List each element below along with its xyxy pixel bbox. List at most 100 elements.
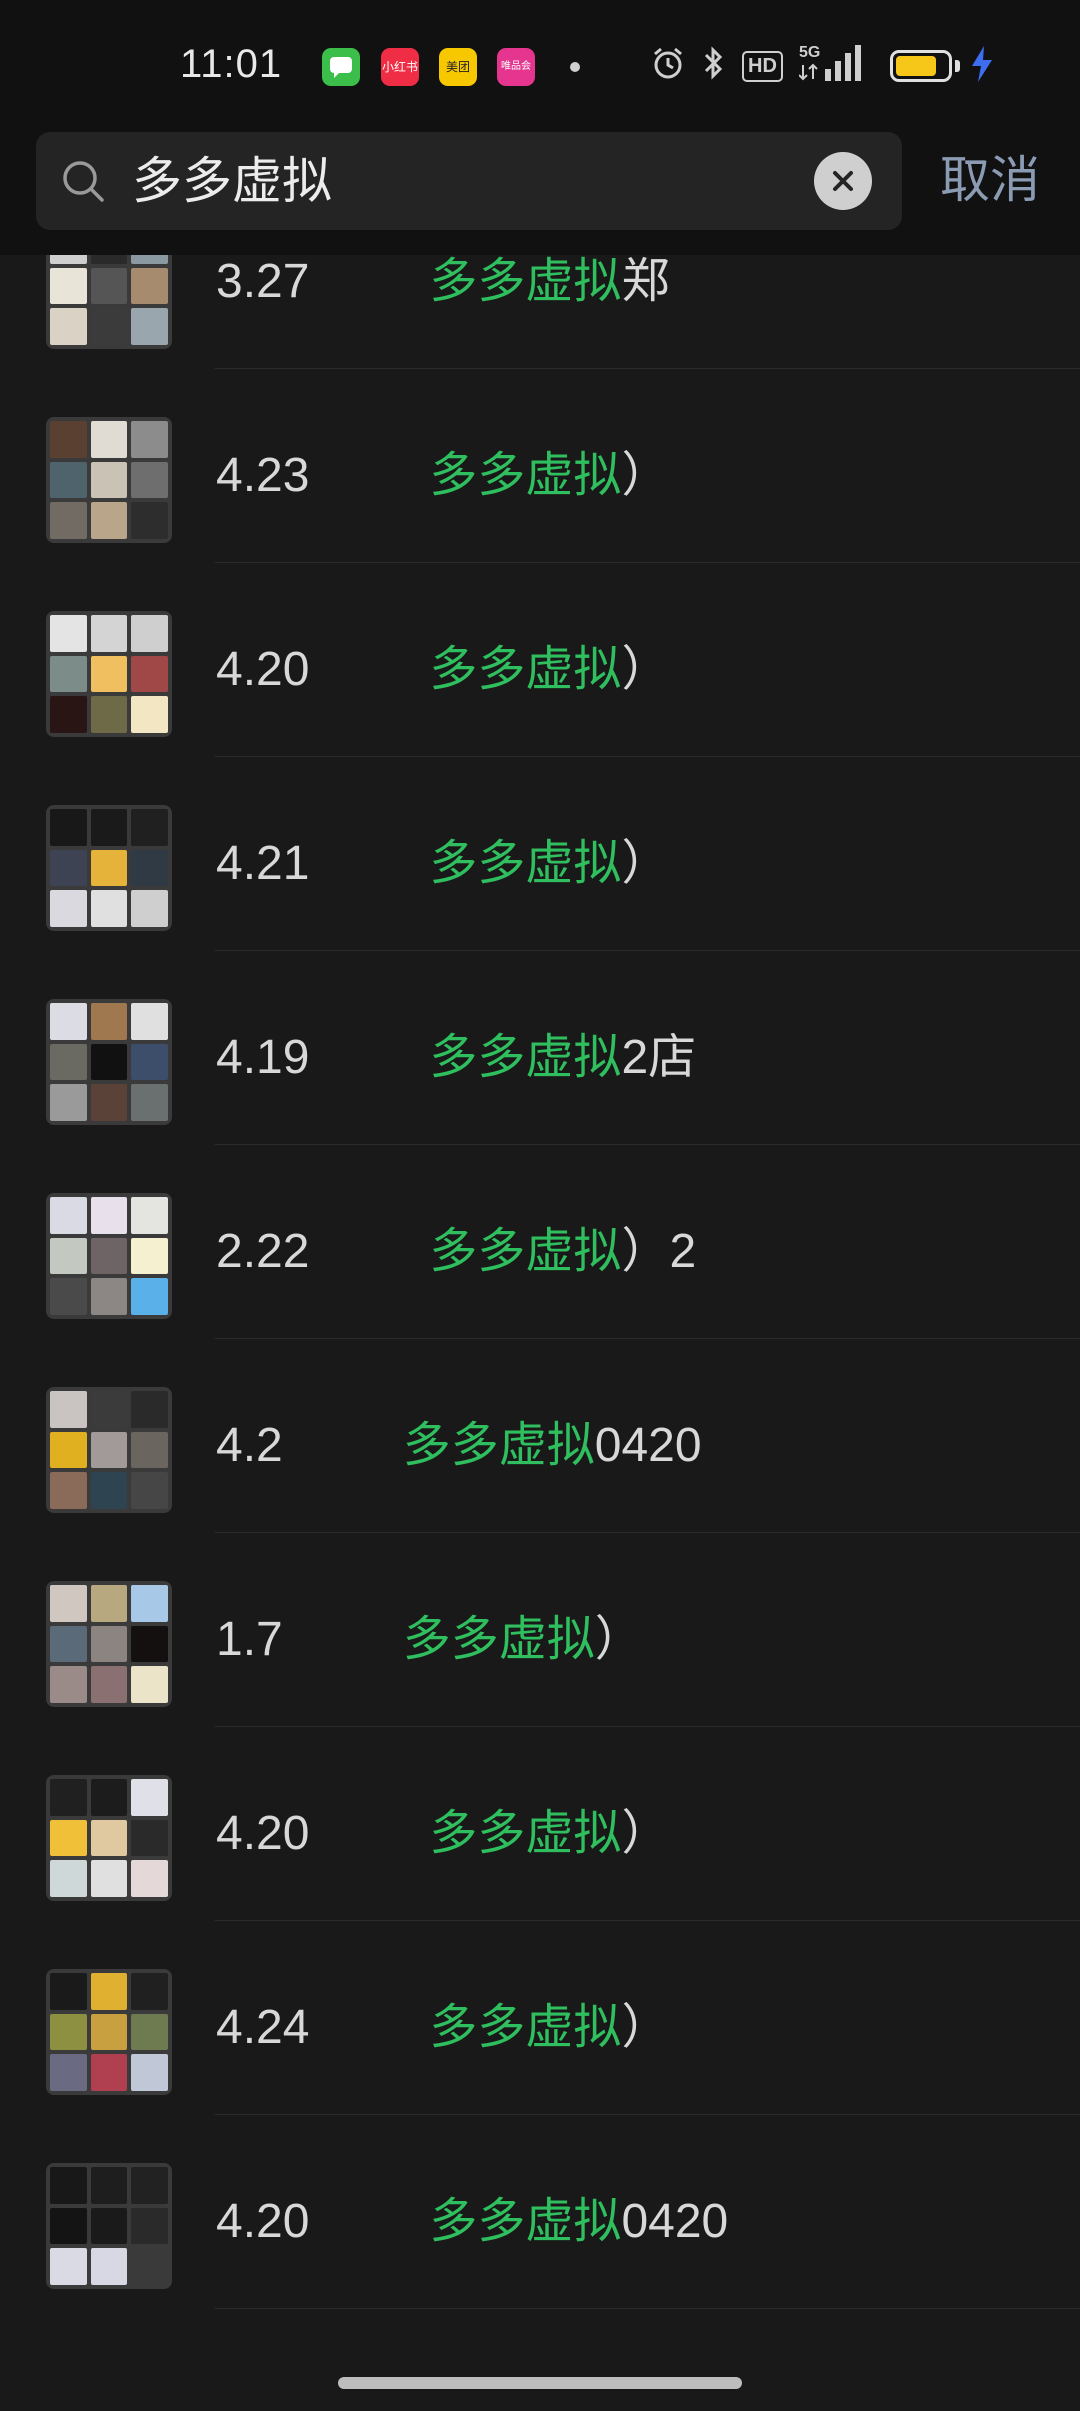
result-title: 4.23 多多虚拟）: [216, 447, 669, 505]
result-row[interactable]: 4.20 多多虚拟0420: [0, 2115, 1080, 2309]
avatar-cell: [131, 809, 168, 846]
search-icon: [63, 161, 104, 202]
avatar-cell: [50, 2167, 87, 2204]
avatar-cell: [90, 2054, 128, 2091]
result-row[interactable]: 3.27 多多虚拟郑: [0, 255, 1080, 369]
avatar-cell: [50, 1237, 87, 1275]
battery-icon: [890, 50, 952, 82]
avatar-cell: [131, 1819, 168, 1857]
avatar-cell: [90, 1197, 128, 1234]
avatar-cell: [131, 655, 168, 693]
avatar-cell: [131, 2167, 168, 2204]
avatar-cell: [131, 1860, 168, 1897]
result-title-suffix: ）: [621, 1807, 670, 1860]
result-row[interactable]: 4.20 多多虚拟）: [0, 1727, 1080, 1921]
avatar-cell: [90, 1472, 128, 1509]
avatar-cell: [90, 255, 128, 264]
avatar-cell: [90, 890, 128, 927]
result-title: 4.20 多多虚拟）: [216, 1805, 669, 1863]
group-avatar: [46, 255, 172, 349]
result-title-suffix: ）: [594, 1613, 643, 1666]
avatar-cell: [131, 461, 168, 499]
meituan-app-icon: 美团: [439, 48, 477, 86]
avatar-cell: [90, 1084, 128, 1121]
avatar-cell: [90, 1625, 128, 1663]
result-title-highlight: 多多虚拟: [429, 837, 622, 890]
xiaohongshu-app-label: 小红书: [381, 60, 418, 74]
result-title-highlight: 多多虚拟: [429, 643, 622, 696]
avatar-cell: [131, 615, 168, 652]
search-input[interactable]: [132, 132, 752, 230]
avatar-cell: [131, 1585, 168, 1622]
avatar-cell: [131, 1973, 168, 2010]
result-title-highlight: 多多虚拟: [429, 1225, 622, 1278]
avatar-cell: [131, 1666, 168, 1703]
avatar-cell: [90, 1391, 128, 1428]
avatar-cell: [50, 1472, 87, 1509]
avatar-cell: [131, 267, 168, 305]
avatar-cell: [90, 809, 128, 846]
result-title: 4.24 多多虚拟）: [216, 1999, 669, 2057]
result-row[interactable]: 4.21 多多虚拟）: [0, 757, 1080, 951]
search-box[interactable]: [36, 132, 902, 230]
result-row[interactable]: 4.23 多多虚拟）: [0, 369, 1080, 563]
avatar-cell: [131, 421, 168, 458]
avatar-cell: [90, 1043, 128, 1081]
result-title-prefix: 1.7: [216, 1613, 283, 1666]
result-row[interactable]: 4.2 多多虚拟0420: [0, 1339, 1080, 1533]
notification-dot: [570, 62, 580, 72]
avatar-cell: [50, 255, 87, 264]
result-title-suffix: ）: [621, 449, 670, 502]
result-title: 4.2 多多虚拟0420: [216, 1417, 702, 1475]
result-row[interactable]: 2.22 多多虚拟）2: [0, 1145, 1080, 1339]
result-row[interactable]: 4.20 多多虚拟）: [0, 563, 1080, 757]
clear-search-button[interactable]: [814, 152, 872, 210]
result-title: 4.21 多多虚拟）: [216, 835, 669, 893]
result-title-prefix: 4.20: [216, 1807, 310, 1860]
weipinhui-app-icon: 唯品会: [497, 48, 535, 86]
avatar-cell: [50, 308, 87, 345]
cancel-button[interactable]: 取消: [940, 152, 1040, 208]
avatar-cell: [131, 696, 168, 733]
result-row[interactable]: 4.24 多多虚拟）: [0, 1921, 1080, 2115]
group-avatar: [46, 1387, 172, 1513]
avatar-cell: [131, 1084, 168, 1121]
avatar-cell: [50, 1043, 87, 1081]
avatar-cell: [50, 1197, 87, 1234]
system-icons: HD 5G: [650, 44, 861, 88]
result-title-highlight: 多多虚拟: [402, 1613, 595, 1666]
bottom-bar: [0, 2355, 1080, 2411]
avatar-cell: [90, 1973, 128, 2010]
avatar-cell: [131, 1431, 168, 1469]
hd-badge: HD: [742, 50, 783, 82]
result-title: 4.20 多多虚拟0420: [216, 2193, 728, 2251]
result-row[interactable]: 4.19 多多虚拟2店: [0, 951, 1080, 1145]
avatar-cell: [50, 1819, 87, 1857]
result-title-highlight: 多多虚拟: [429, 449, 622, 502]
avatar-cell: [50, 461, 87, 499]
search-bar: 取消: [0, 130, 1080, 255]
avatar-cell: [90, 1278, 128, 1315]
avatar-cell: [50, 1666, 87, 1703]
result-title-prefix: 3.27: [216, 255, 310, 308]
avatar-cell: [131, 308, 168, 345]
avatar-cell: [50, 615, 87, 652]
avatar-cell: [90, 461, 128, 499]
avatar-cell: [90, 1666, 128, 1703]
avatar-cell: [131, 1003, 168, 1040]
result-title: 4.20 多多虚拟）: [216, 641, 669, 699]
avatar-cell: [90, 421, 128, 458]
status-time: 11:01: [180, 42, 283, 86]
result-title: 3.27 多多虚拟郑: [216, 255, 669, 311]
group-avatar: [46, 1581, 172, 1707]
result-title: 1.7 多多虚拟）: [216, 1611, 643, 1669]
avatar-cell: [131, 1391, 168, 1428]
group-avatar: [46, 1969, 172, 2095]
result-title-highlight: 多多虚拟: [402, 1419, 595, 1472]
home-indicator[interactable]: [338, 2377, 742, 2389]
avatar-cell: [50, 1860, 87, 1897]
avatar-cell: [90, 2167, 128, 2204]
result-row[interactable]: 1.7 多多虚拟）: [0, 1533, 1080, 1727]
result-title-suffix: ）: [621, 2001, 670, 2054]
avatar-cell: [131, 1237, 168, 1275]
